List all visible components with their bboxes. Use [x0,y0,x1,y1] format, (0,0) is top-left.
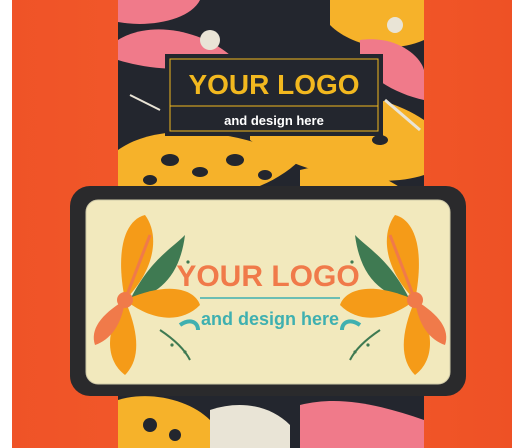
top-logo-label: YOUR LOGO and design here [165,54,383,136]
top-logo-subtitle: and design here [224,113,324,128]
window-logo-title: YOUR LOGO [176,260,359,293]
window-logo-subtitle: and design here [201,309,339,329]
packaging-illustration: YOUR LOGO and design here YOUR LOGO and … [0,0,524,448]
top-logo-title: YOUR LOGO [188,69,359,100]
packaging-photo: YOUR LOGO and design here YOUR LOGO and … [0,0,524,448]
